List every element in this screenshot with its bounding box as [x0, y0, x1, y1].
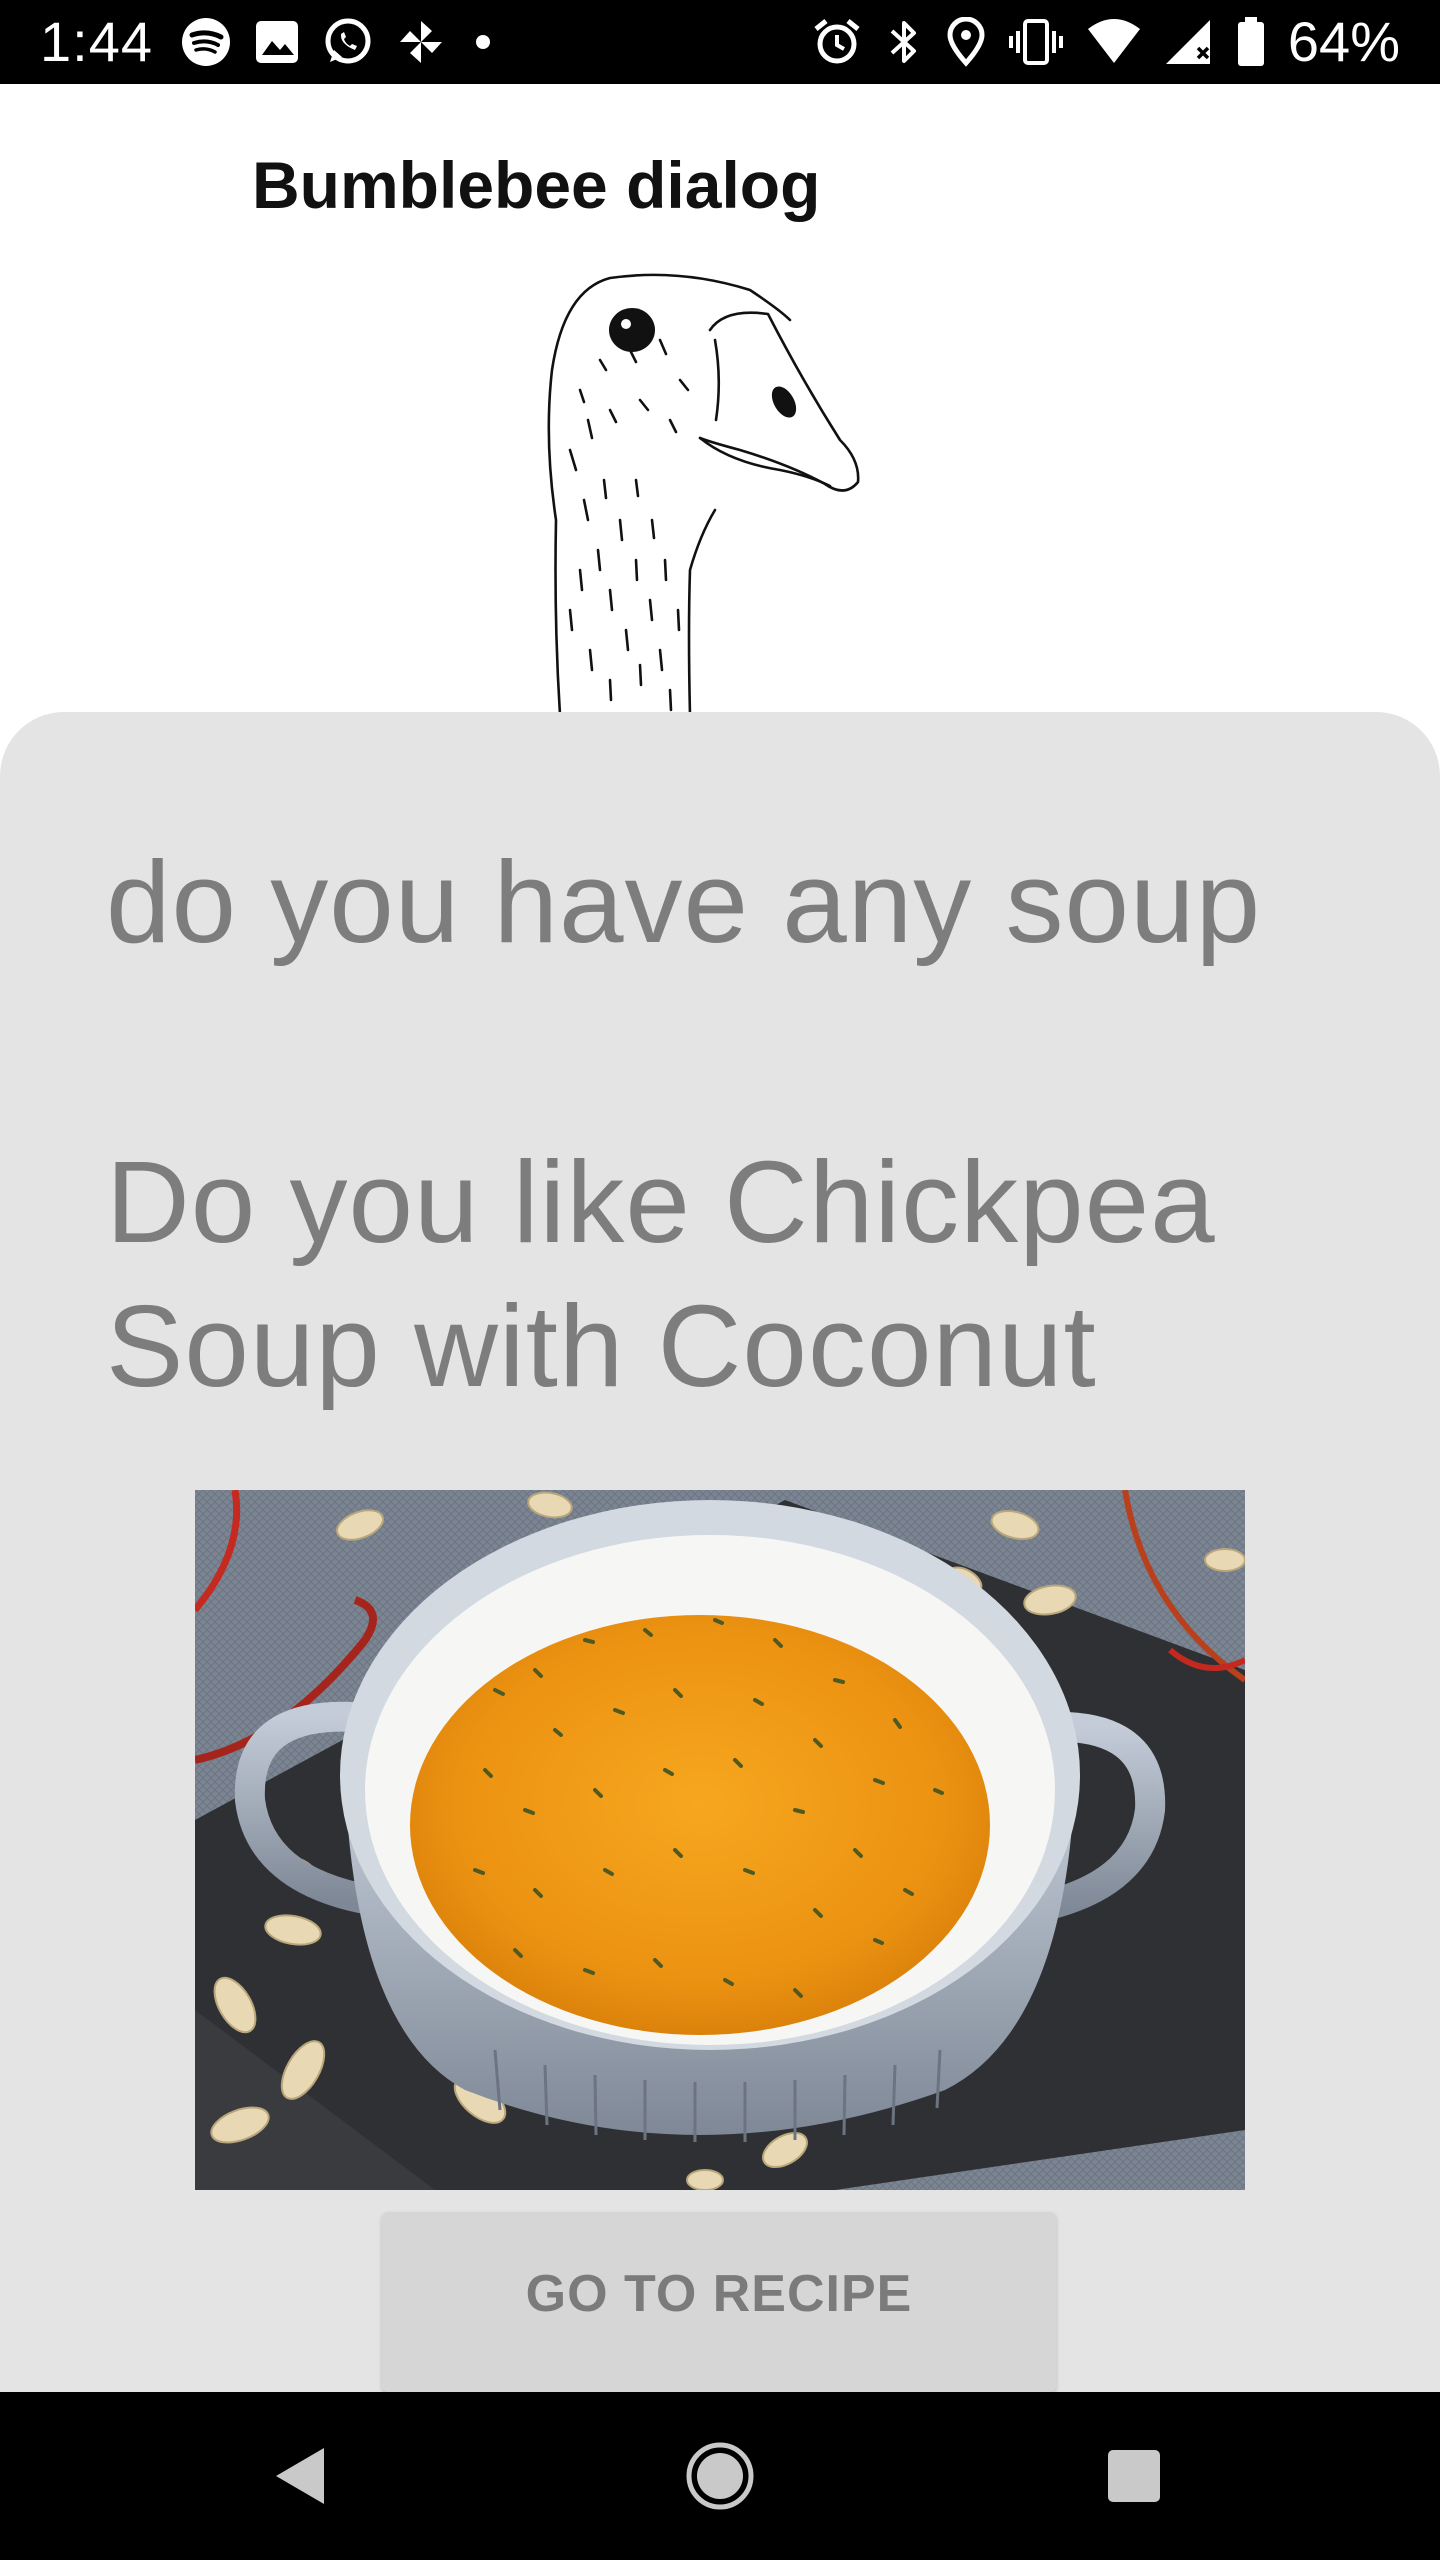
back-triangle-icon: [276, 2448, 324, 2504]
gallery-icon: [256, 21, 298, 63]
cell-signal-icon: [1165, 20, 1210, 64]
dialog-title: Bumblebee dialog: [252, 148, 821, 222]
navigation-bar: [0, 2392, 1440, 2560]
go-to-recipe-label: GO TO RECIPE: [525, 2264, 913, 2323]
dot-icon: [476, 35, 490, 49]
user-message: do you have any soup: [106, 837, 1262, 967]
battery-percent: 64%: [1287, 10, 1400, 73]
back-button[interactable]: [248, 2424, 352, 2528]
pinwheel-icon: [400, 21, 442, 63]
bot-reply: Do you like Chickpea Soup with Coconut: [106, 1137, 1216, 1411]
alarm-icon: [814, 19, 860, 64]
spotify-icon: [182, 18, 230, 66]
recents-button[interactable]: [1082, 2424, 1186, 2528]
vibrate-icon: [1008, 19, 1063, 65]
status-time: 1:44: [40, 10, 153, 73]
home-button[interactable]: [668, 2424, 772, 2528]
home-circle-icon: [686, 2442, 754, 2510]
wifi-icon: [1087, 19, 1140, 63]
whatsapp-icon: [325, 18, 371, 64]
system-icons: 64%: [812, 12, 1400, 72]
status-bar: 1:44 64%: [0, 0, 1440, 84]
goose-illustration: [547, 273, 860, 715]
battery-icon: [1237, 17, 1264, 66]
chat-sheet: do you have any soup Do you like Chickpe…: [0, 712, 1440, 2392]
soup-bowl-photo[interactable]: [195, 1490, 1245, 2190]
bluetooth-icon: [890, 21, 916, 63]
notification-icons: [180, 14, 498, 70]
screen: 1:44 64% Bumblebee dialog do you have an…: [0, 0, 1440, 2560]
location-icon: [947, 17, 985, 67]
recents-square-icon: [1108, 2450, 1160, 2502]
go-to-recipe-button[interactable]: GO TO RECIPE: [382, 2212, 1056, 2392]
